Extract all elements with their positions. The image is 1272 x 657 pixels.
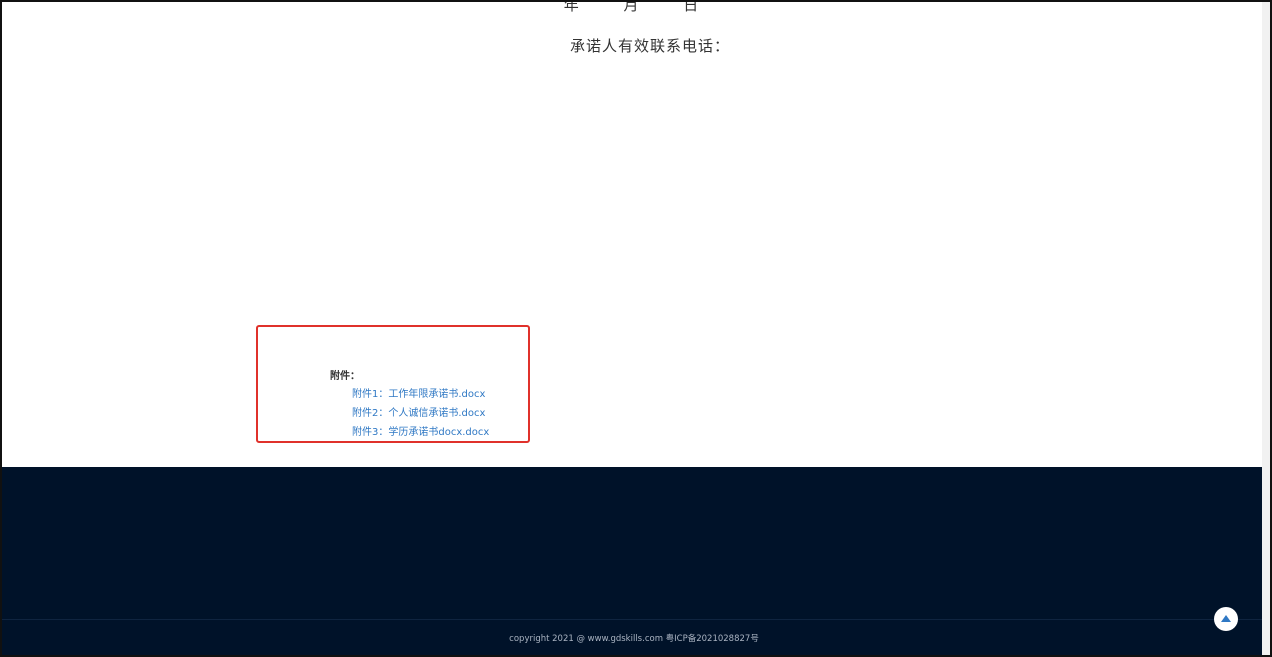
copyright-text: copyright 2021 @ www.gdskills.com 粤ICP备2…	[509, 634, 759, 644]
site-footer: copyright 2021 @ www.gdskills.com 粤ICP备2…	[2, 467, 1262, 655]
attachments-title: 附件：	[330, 371, 360, 382]
document-content: 年 月 日 承诺人有效联系电话： 附件： 附件1：工作年限承诺书.docx 附件…	[2, 2, 1262, 467]
attachment-link-1[interactable]: 附件1：工作年限承诺书.docx	[352, 385, 489, 404]
vertical-scrollbar[interactable]	[1262, 2, 1270, 655]
attachments-list: 附件1：工作年限承诺书.docx 附件2：个人诚信承诺书.docx 附件3：学历…	[352, 385, 489, 442]
browser-viewport: 年 月 日 承诺人有效联系电话： 附件： 附件1：工作年限承诺书.docx 附件…	[0, 0, 1272, 657]
back-to-top-button[interactable]	[1214, 607, 1238, 631]
arrow-up-icon	[1221, 615, 1231, 622]
date-month: 月	[623, 0, 641, 14]
attachment-link-3[interactable]: 附件3：学历承诺书docx.docx	[352, 423, 489, 442]
date-day: 日	[683, 0, 701, 14]
footer-divider	[2, 619, 1262, 620]
date-year: 年	[563, 0, 581, 14]
attachment-link-2[interactable]: 附件2：个人诚信承诺书.docx	[352, 404, 489, 423]
contact-phone-label: 承诺人有效联系电话：	[569, 37, 730, 55]
date-line: 年 月 日	[2, 0, 1262, 15]
attachments-highlight-box: 附件： 附件1：工作年限承诺书.docx 附件2：个人诚信承诺书.docx 附件…	[256, 325, 530, 443]
